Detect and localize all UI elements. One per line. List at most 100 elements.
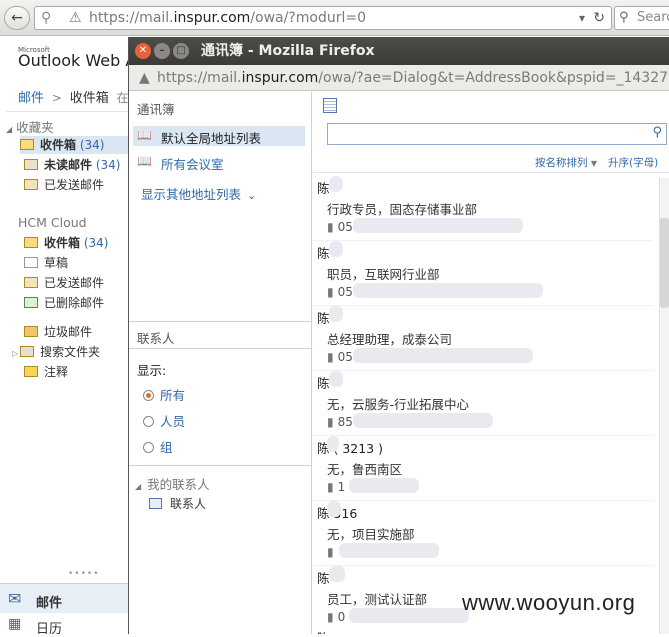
notes-icon	[24, 366, 38, 377]
folder-favorites-unread[interactable]: 未读邮件 (34)	[24, 156, 120, 174]
folder-label: 收件箱	[40, 138, 77, 152]
drafts-icon	[24, 257, 38, 268]
addressbook-search-input[interactable]: ⚲	[327, 123, 667, 145]
folder-drafts[interactable]: 草稿	[24, 254, 68, 272]
list-global-address[interactable]: 📖 默认全局地址列表	[133, 126, 305, 146]
contact-row[interactable]: 陈 516 无，项目实施部 ▮	[313, 501, 653, 565]
folder-notes[interactable]: 注释	[24, 363, 68, 381]
redaction	[329, 566, 345, 582]
chevron-down-icon: ▼	[590, 159, 597, 168]
filter-label: 组	[160, 440, 173, 455]
calendar-icon: ▦	[8, 616, 22, 632]
popup-titlebar: ✕ – □ 通讯簿 - Mozilla Firefox	[129, 37, 669, 65]
show-label: 显示:	[137, 363, 167, 378]
redaction	[349, 608, 469, 623]
addressbook-icon: 📖	[137, 154, 152, 168]
redaction	[329, 241, 343, 257]
main-url-bar[interactable]: ⚲ ⚠ https://mail.inspur.com/owa/?modurl=…	[34, 6, 612, 30]
sort-by-dropdown[interactable]: 按名称排列 ▼	[535, 155, 597, 170]
browser-search-input[interactable]: ⚲ Searc	[614, 6, 669, 30]
deleted-items-icon	[24, 297, 38, 308]
folder-label: 已发送邮件	[44, 178, 105, 192]
favorites-header[interactable]: ◢ 收藏夹	[6, 117, 54, 136]
nav-mail-button[interactable]: ✉ 邮件	[0, 583, 128, 613]
back-arrow-icon[interactable]: ←	[4, 6, 30, 30]
redaction	[327, 501, 341, 517]
close-icon[interactable]: ✕	[135, 43, 151, 59]
scrollbar-thumb[interactable]	[660, 218, 669, 308]
nav-calendar-button[interactable]: ▦ 日历	[0, 614, 128, 637]
key-icon: ⚲	[41, 10, 52, 26]
maximize-icon[interactable]: □	[173, 43, 189, 59]
search-folder-icon	[20, 346, 35, 357]
redaction	[329, 306, 343, 322]
resize-dots[interactable]: •••••	[68, 569, 100, 579]
radio[interactable]	[143, 442, 154, 453]
redaction	[339, 543, 439, 558]
redaction	[327, 436, 339, 452]
nav-calendar-label: 日历	[36, 622, 63, 637]
phone-icon: ▮	[327, 220, 334, 234]
filter-groups[interactable]: 组	[143, 437, 173, 456]
folder-deleted[interactable]: 已删除邮件	[24, 294, 104, 312]
folder-junk[interactable]: 垃圾邮件	[24, 323, 92, 341]
phone-value: 0	[337, 610, 346, 624]
my-contacts-item-label: 联系人	[170, 497, 207, 511]
breadcrumb-mail[interactable]: 邮件	[18, 91, 44, 106]
sort-by-label: 按名称排列	[535, 157, 588, 169]
double-chevron-down-icon: ⌄	[247, 189, 257, 202]
folder-label: 注释	[44, 365, 69, 379]
folder-count: (34)	[83, 236, 109, 250]
contact-row[interactable]: 陈 ( 3213 ) 无，鲁西南区 ▮ 1	[313, 436, 653, 500]
breadcrumb: 邮件 > 收件箱 在	[18, 87, 129, 106]
contact-row[interactable]: 陈 无，云服务-行业拓展中心 ▮ 85	[313, 371, 653, 435]
addressbook-book-icon[interactable]	[323, 98, 337, 113]
folder-inbox[interactable]: 收件箱 (34)	[24, 234, 108, 252]
contact-title: 员工，测试认证部	[327, 592, 428, 607]
contact-title: 总经理助理，成泰公司	[327, 332, 453, 347]
phone-icon: ▮	[327, 350, 334, 364]
contact-row[interactable]: 陈 总经理助理，成泰公司 ▮ 05	[313, 306, 653, 370]
radio[interactable]	[143, 416, 154, 427]
contact-phone: ▮ 05	[327, 350, 353, 364]
radio-selected[interactable]	[143, 390, 154, 401]
folder-favorites-inbox[interactable]: 收件箱 (34)	[20, 136, 128, 154]
divider	[129, 321, 312, 322]
contact-title: 行政专员，固态存储事业部	[327, 202, 478, 217]
contact-row[interactable]: 陈 行政专员，固态存储事业部 ▮ 05	[313, 176, 653, 240]
redaction	[353, 283, 543, 298]
folder-search[interactable]: ▷ 搜索文件夹	[12, 343, 100, 361]
breadcrumb-sep: >	[51, 91, 62, 105]
browser-toolbar: ← ⚲ ⚠ https://mail.inspur.com/owa/?modur…	[0, 0, 669, 36]
folder-sent[interactable]: 已发送邮件	[24, 274, 104, 292]
search-icon[interactable]: ⚲	[652, 125, 662, 140]
sort-order-link[interactable]: 升序(字母)	[608, 155, 658, 170]
breadcrumb-inbox: 收件箱	[69, 91, 109, 106]
contact-name: 陈	[317, 376, 330, 391]
popup-url-suffix: /owa/?ae=Dialog&t=AddressBook&pspid=_143…	[318, 70, 669, 86]
phone-value: 05	[337, 220, 353, 234]
account-header[interactable]: HCM Cloud	[18, 215, 87, 230]
show-other-lists-link[interactable]: 显示其他地址列表 ⌄	[141, 184, 256, 203]
folder-favorites-sent[interactable]: 已发送邮件	[24, 176, 104, 194]
sent-mail-icon	[24, 277, 38, 288]
divider	[6, 111, 128, 112]
contact-row[interactable]: 陈 职员，互联网行业部 ▮ 05	[313, 241, 653, 305]
contact-name: 陈	[317, 571, 330, 586]
filter-people[interactable]: 人员	[143, 411, 185, 430]
nav-mail-label: 邮件	[36, 596, 63, 611]
watermark: www.wooyun.org	[462, 590, 636, 615]
phone-value: 1	[337, 480, 346, 494]
contact-phone: ▮ 85	[327, 415, 353, 429]
reload-icon[interactable]: ↻	[593, 7, 605, 29]
dropdown-icon[interactable]: ▾	[579, 7, 585, 29]
phone-value: 05	[337, 285, 353, 299]
filter-all[interactable]: 所有	[143, 385, 185, 404]
my-contacts-header[interactable]: ◢ 我的联系人	[135, 474, 210, 493]
minimize-icon[interactable]: –	[154, 43, 170, 59]
url-domain: inspur.com	[173, 10, 251, 26]
popup-url-bar[interactable]: ▲ https://mail.inspur.com/owa/?ae=Dialog…	[129, 65, 669, 91]
folder-count: (34)	[79, 138, 105, 152]
list-all-rooms[interactable]: 📖 所有会议室	[133, 152, 305, 172]
my-contacts-item[interactable]: 联系人	[149, 495, 206, 512]
